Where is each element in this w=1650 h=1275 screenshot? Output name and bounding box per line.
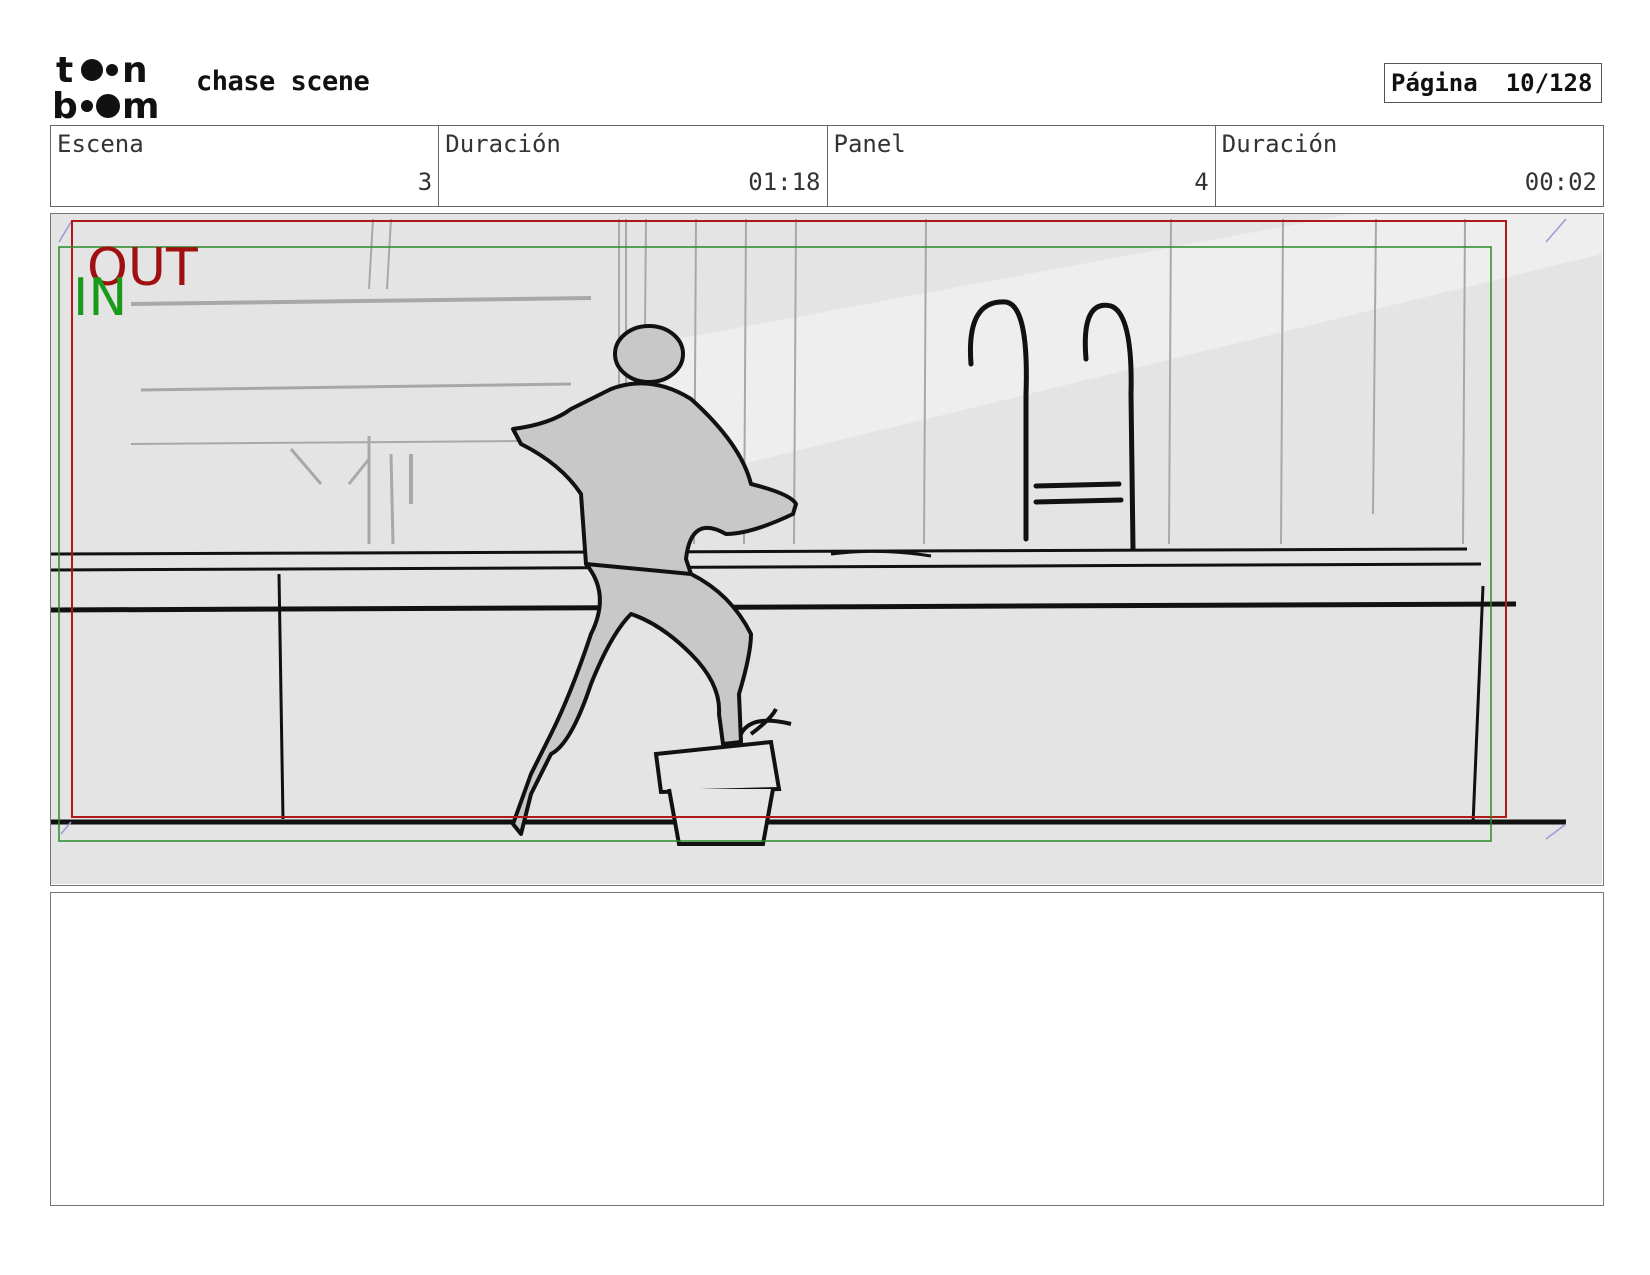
- info-value: 00:02: [1524, 168, 1597, 196]
- storyboard-panel: OUT IN: [50, 213, 1604, 886]
- svg-text:n: n: [122, 50, 148, 91]
- project-title: chase scene: [196, 66, 370, 97]
- svg-text:m: m: [122, 86, 160, 120]
- info-label: Duración: [1221, 130, 1338, 158]
- scene-info-table: Escena 3 Duración 01:18 Panel 4 Duración…: [50, 125, 1604, 207]
- logo-graphic: t n b m: [52, 50, 160, 127]
- panel-drawing: [51, 214, 1602, 884]
- svg-text:b: b: [52, 86, 78, 120]
- info-value: 3: [417, 168, 433, 196]
- page-indicator: Página 10/128: [1384, 63, 1602, 103]
- panel-notes-area[interactable]: [50, 892, 1604, 1206]
- info-value: 4: [1194, 168, 1209, 196]
- info-label: Panel: [833, 130, 906, 158]
- page-number: 10/128: [1505, 69, 1593, 97]
- toon-boom-logo: t n b m: [52, 50, 172, 127]
- info-label: Duración: [445, 130, 561, 158]
- info-cell-scene: Escena 3: [51, 126, 440, 206]
- info-value: 01:18: [748, 168, 821, 196]
- info-cell-panel-duration: Duración 00:02: [1216, 126, 1603, 206]
- info-label: Escena: [57, 130, 144, 158]
- in-frame-label: IN: [73, 268, 128, 328]
- info-cell-panel: Panel 4: [828, 126, 1216, 206]
- info-cell-scene-duration: Duración 01:18: [439, 126, 828, 206]
- svg-text:t: t: [56, 50, 73, 91]
- page-label: Página: [1391, 69, 1478, 97]
